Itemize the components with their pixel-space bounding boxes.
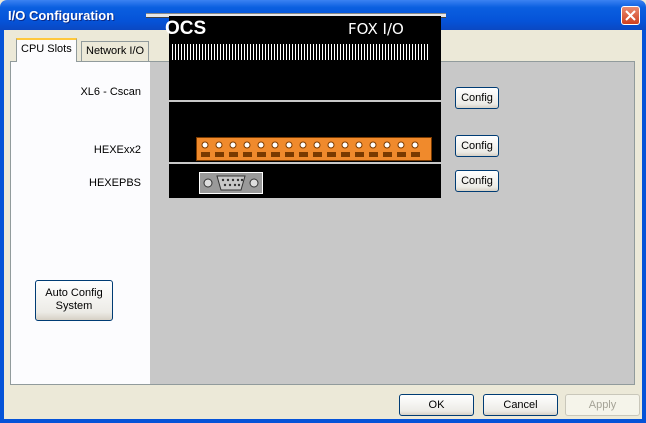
- window-border-right: [642, 30, 646, 423]
- close-icon: [625, 10, 636, 21]
- auto-config-button[interactable]: Auto Config System: [35, 280, 113, 321]
- auto-config-label-1: Auto Config: [45, 287, 103, 299]
- slot-label-hexexx2: HEXExx2: [93, 144, 141, 156]
- tab-network-io[interactable]: Network I/O: [81, 41, 150, 61]
- slot-label-xl6: XL6 - Cscan: [80, 86, 141, 98]
- device-model: FOX I/O: [348, 20, 404, 38]
- config-button-hexepbs[interactable]: Config: [455, 170, 499, 192]
- window-border-left: [0, 30, 4, 423]
- db9-port-icon: [199, 172, 263, 194]
- window-border-bottom: [0, 419, 646, 423]
- tab-cpu-slots[interactable]: CPU Slots: [16, 38, 77, 62]
- close-button[interactable]: [621, 6, 640, 25]
- io-led-strip: [172, 44, 430, 60]
- ok-button[interactable]: OK: [399, 394, 474, 416]
- auto-config-label-2: System: [55, 300, 93, 312]
- config-button-hexexx2[interactable]: Config: [455, 135, 499, 157]
- terminal-block-icon: [196, 137, 432, 161]
- apply-button[interactable]: Apply: [565, 394, 640, 416]
- slot-label-hexepbs: HEXEPBS: [89, 177, 141, 189]
- cancel-button[interactable]: Cancel: [483, 394, 558, 416]
- config-button-xl6[interactable]: Config: [455, 87, 499, 109]
- window-title: I/O Configuration: [8, 8, 115, 23]
- device-brand: OCS: [165, 18, 207, 39]
